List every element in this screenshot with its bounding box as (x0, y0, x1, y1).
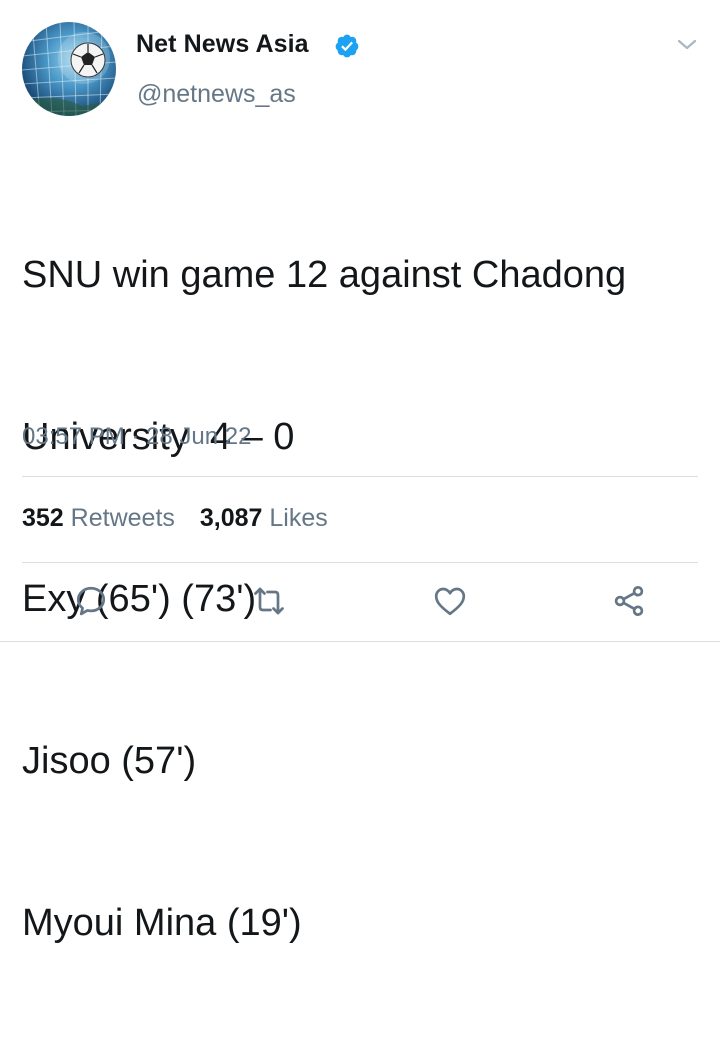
verified-badge-icon (334, 33, 360, 59)
tweet-text: SNU win game 12 against Chadong Universi… (22, 140, 712, 1058)
tweet-text-line: Myoui Mina (19') (22, 902, 302, 944)
avatar[interactable] (22, 22, 116, 116)
share-icon[interactable] (611, 583, 647, 619)
tweet-text-line: Exy (65') (73') (22, 578, 257, 620)
tweet-timestamp[interactable]: 03:57 PM · 28 Jun 22 (22, 423, 251, 451)
reply-icon[interactable] (73, 583, 109, 619)
user-handle[interactable]: @netnews_as (137, 80, 296, 109)
retweets-stat[interactable]: 352 Retweets (22, 504, 175, 533)
tweet-text-line: SNU win game 12 against Chadong (22, 254, 627, 296)
likes-stat[interactable]: 3,087 Likes (200, 504, 328, 533)
tweet-text-line: Jisoo (57') (22, 740, 197, 782)
retweet-icon[interactable] (251, 583, 287, 619)
heart-icon[interactable] (432, 583, 468, 619)
divider (22, 562, 698, 563)
likes-label: Likes (269, 504, 328, 532)
display-name[interactable]: Net News Asia (136, 30, 309, 59)
divider (0, 641, 720, 642)
chevron-down-icon[interactable] (675, 37, 699, 53)
likes-count: 3,087 (199, 504, 263, 532)
tweet-stats: 352 Retweets 3,087 Likes (22, 504, 346, 533)
tweet-card: Net News Asia @netnews_as SNU win game 1… (0, 0, 720, 944)
retweets-count: 352 (22, 504, 64, 532)
retweets-label: Retweets (70, 504, 175, 532)
divider (22, 476, 698, 477)
